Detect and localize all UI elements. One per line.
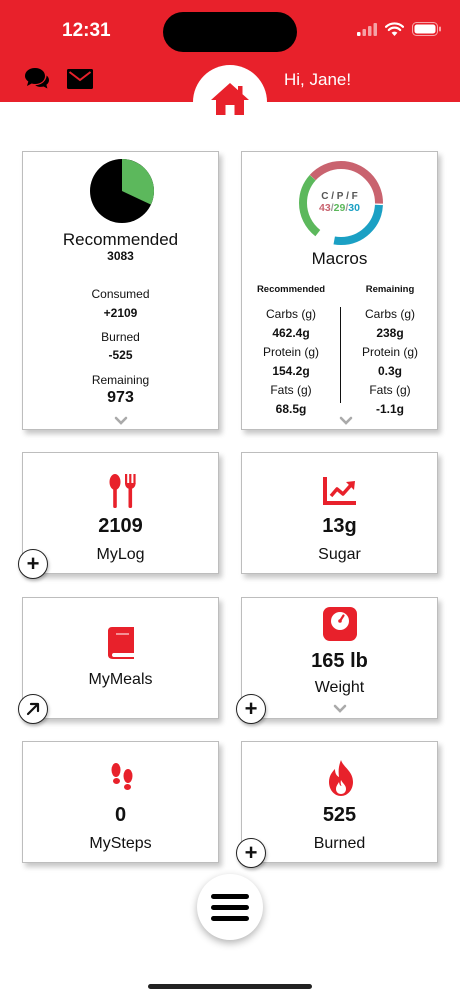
consumed-label: Consumed (91, 287, 150, 301)
mymeals-label: MyMeals (88, 671, 153, 688)
chat-icon[interactable] (24, 66, 50, 97)
rec-protein-value: 154.2g (272, 364, 310, 378)
recommended-value: 3083 (107, 249, 134, 263)
rem-carbs-label: Carbs (g) (364, 307, 415, 321)
ring-carbs-value: 43 (319, 202, 331, 214)
burned-label: Burned (101, 330, 140, 344)
macros-card[interactable]: C / P / F 43/29/30 Macros Recommended Ca… (241, 151, 438, 430)
burned-label: Burned (313, 835, 366, 852)
mylog-value: 2109 (98, 515, 143, 537)
add-weight-button[interactable]: + (236, 694, 266, 724)
mail-icon[interactable] (67, 69, 93, 94)
menu-button[interactable] (197, 874, 263, 940)
rec-fats-value: 68.5g (275, 402, 307, 416)
recommended-header: Recommended (256, 284, 326, 295)
add-burned-button[interactable]: + (236, 838, 266, 868)
weight-label: Weight (314, 679, 365, 696)
rec-carbs-value: 462.4g (272, 326, 310, 340)
battery-icon (412, 22, 441, 36)
recommended-column: Recommended Carbs (g) 462.4g Protein (g)… (246, 284, 336, 416)
chevron-down-icon[interactable] (114, 416, 128, 425)
macros-title: Macros (311, 249, 368, 268)
chart-icon (323, 477, 356, 505)
mymeals-card[interactable]: MyMeals (22, 597, 219, 719)
weight-value: 165 lb (311, 650, 368, 672)
rem-protein-value: 0.3g (377, 364, 402, 378)
mylog-card[interactable]: 2109 MyLog (22, 452, 219, 574)
rec-carbs-label: Carbs (g) (265, 307, 316, 321)
recommended-title: Recommended (62, 230, 179, 249)
ring-values: 43/29/30 (319, 202, 360, 214)
footprints-icon (111, 763, 133, 790)
chevron-down-icon[interactable] (339, 416, 353, 425)
dynamic-island (163, 12, 297, 52)
wifi-icon (385, 22, 404, 36)
home-indicator (148, 984, 312, 989)
rec-protein-label: Protein (g) (262, 345, 320, 359)
mysteps-card[interactable]: 0 MySteps (22, 741, 219, 863)
arrow-up-right-icon (26, 702, 40, 716)
home-button[interactable] (193, 65, 267, 139)
utensils-icon (109, 474, 136, 508)
weight-card[interactable]: 165 lb Weight (241, 597, 438, 719)
remaining-value: 973 (107, 389, 134, 406)
mysteps-value: 0 (114, 804, 127, 826)
calories-pie-chart (90, 159, 154, 223)
rem-protein-label: Protein (g) (361, 345, 419, 359)
consumed-value: +2109 (103, 306, 138, 320)
sugar-card[interactable]: 13g Sugar (241, 452, 438, 574)
fire-icon (329, 760, 353, 796)
rem-carbs-value: 238g (376, 326, 404, 340)
sugar-label: Sugar (318, 546, 361, 563)
remaining-column: Remaining Carbs (g) 238g Protein (g) 0.3… (348, 284, 432, 416)
chevron-down-icon[interactable] (333, 704, 347, 713)
remaining-label: Remaining (91, 373, 150, 387)
status-icons (357, 22, 442, 36)
open-meals-button[interactable] (18, 694, 48, 724)
remaining-header: Remaining (365, 284, 415, 295)
rec-fats-label: Fats (g) (270, 383, 312, 397)
greeting-text: Hi, Jane! (284, 70, 352, 89)
home-icon (211, 83, 249, 115)
calories-card[interactable]: Recommended 3083 Consumed +2109 Burned -… (22, 151, 219, 430)
burned-card[interactable]: 525 Burned (241, 741, 438, 863)
ring-header: C / P / F (321, 191, 358, 202)
book-icon (108, 627, 134, 659)
burned-value: -525 (108, 348, 133, 362)
ring-fats-value: 30 (348, 202, 360, 214)
add-log-button[interactable]: + (18, 549, 48, 579)
mylog-label: MyLog (96, 546, 145, 563)
sugar-value: 13g (322, 515, 357, 537)
rem-fats-value: -1.1g (375, 402, 404, 416)
mysteps-label: MySteps (89, 835, 152, 852)
status-time: 12:31 (62, 20, 111, 41)
ring-protein-value: 29 (333, 202, 346, 214)
scale-icon (323, 607, 357, 641)
burned-value: 525 (322, 804, 357, 826)
macros-divider (340, 307, 341, 403)
rem-fats-label: Fats (g) (369, 383, 411, 397)
signal-icon (357, 22, 377, 36)
